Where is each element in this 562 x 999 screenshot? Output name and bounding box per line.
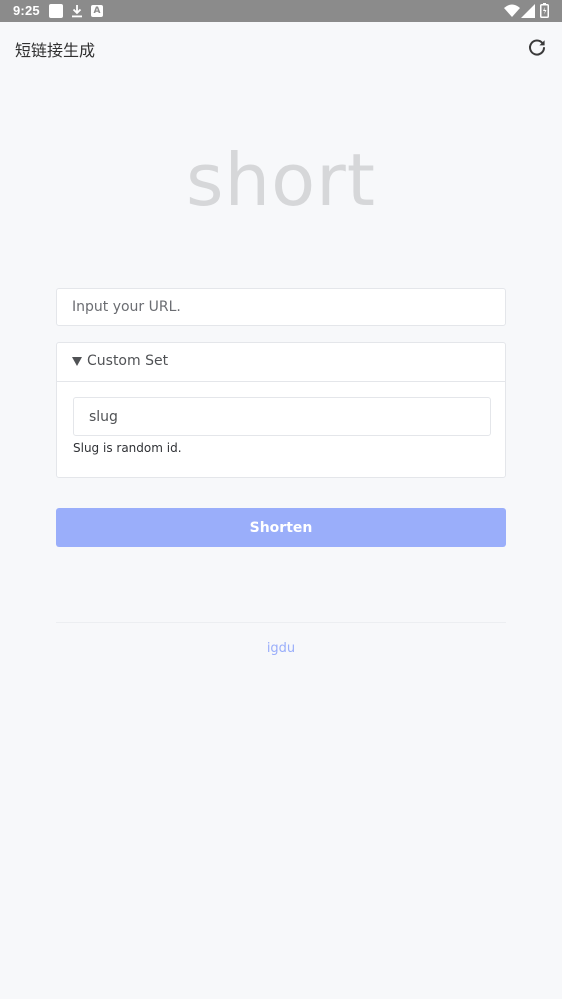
shorten-button[interactable]: Shorten [56,508,506,547]
signal-icon [521,4,535,18]
slug-hint: Slug is random id. [73,441,182,455]
app-title: 短链接生成 [15,41,96,60]
app-bar: 短链接生成 [0,22,562,74]
refresh-button[interactable] [526,37,548,59]
square-icon [49,4,63,18]
refresh-icon [529,39,545,56]
download-icon [70,4,84,18]
slug-input[interactable] [73,397,491,436]
a-icon-glyph: A [93,6,101,16]
logo-text: short [185,138,377,222]
a-icon: A [91,5,103,17]
triangle-down-icon [72,357,82,366]
footer-link[interactable]: igdu [0,641,562,656]
battery-icon [540,3,549,18]
custom-set-title: Custom Set [87,353,169,369]
custom-set-panel: Custom Set Slug is random id. [56,342,506,478]
wifi-icon [504,4,520,18]
custom-set-toggle[interactable]: Custom Set [57,343,505,382]
footer-divider [56,622,506,623]
status-bar: 9:25 A [0,0,562,22]
status-time: 9:25 [13,3,40,18]
url-input[interactable] [56,288,506,326]
